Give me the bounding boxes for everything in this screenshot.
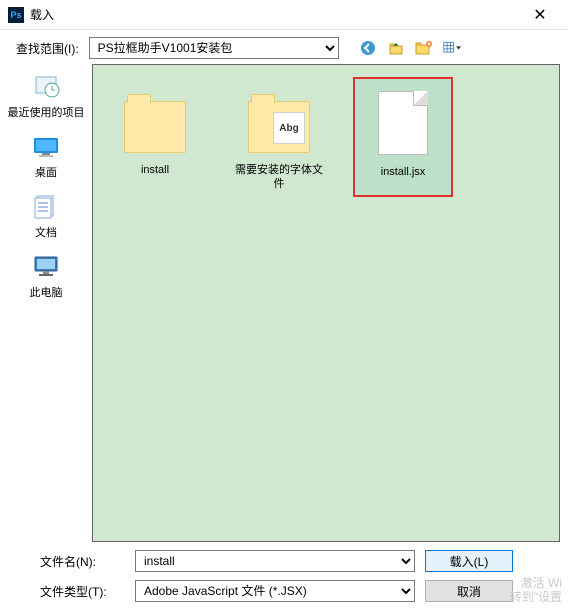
thispc-icon bbox=[30, 254, 62, 280]
place-label: 最近使用的项目 bbox=[8, 104, 85, 120]
place-recent[interactable]: 最近使用的项目 bbox=[0, 72, 92, 122]
file-list-area[interactable]: install 需要安装的字体文件 install.jsx bbox=[92, 64, 560, 542]
filename-label: 文件名(N): bbox=[40, 553, 125, 570]
load-button[interactable]: 载入(L) bbox=[425, 550, 513, 572]
documents-icon bbox=[30, 194, 62, 220]
main-area: 最近使用的项目 桌面 文档 此电脑 install 需要安装 bbox=[0, 64, 568, 542]
file-name: install.jsx bbox=[381, 165, 426, 179]
app-icon: Ps bbox=[8, 7, 24, 23]
titlebar: Ps 载入 ✕ bbox=[0, 0, 568, 30]
close-button[interactable]: ✕ bbox=[520, 1, 560, 29]
file-item-selected[interactable]: install.jsx bbox=[353, 77, 453, 197]
folder-icon bbox=[124, 101, 186, 153]
up-one-level-button[interactable] bbox=[387, 39, 405, 57]
place-label: 此电脑 bbox=[30, 284, 63, 300]
folder-icon bbox=[248, 101, 310, 153]
look-in-select[interactable]: PS拉框助手V1001安装包 bbox=[89, 37, 339, 59]
place-desktop[interactable]: 桌面 bbox=[0, 132, 92, 182]
filetype-label: 文件类型(T): bbox=[40, 583, 125, 600]
bottom-panel: 文件名(N): install 载入(L) 文件类型(T): Adobe Jav… bbox=[0, 542, 568, 610]
look-in-label: 查找范围(I): bbox=[16, 40, 79, 57]
new-folder-button[interactable] bbox=[415, 39, 433, 57]
places-sidebar: 最近使用的项目 桌面 文档 此电脑 bbox=[0, 64, 92, 542]
place-documents[interactable]: 文档 bbox=[0, 192, 92, 242]
filename-input[interactable]: install bbox=[135, 550, 415, 572]
place-label: 文档 bbox=[35, 224, 57, 240]
file-name: 需要安装的字体文件 bbox=[231, 163, 327, 191]
recent-icon bbox=[30, 74, 62, 100]
place-thispc[interactable]: 此电脑 bbox=[0, 252, 92, 302]
file-item-folder[interactable]: install bbox=[105, 77, 205, 197]
place-label: 桌面 bbox=[35, 164, 57, 180]
back-button[interactable] bbox=[359, 39, 377, 57]
file-name: install bbox=[141, 163, 169, 177]
filetype-select[interactable]: Adobe JavaScript 文件 (*.JSX) bbox=[135, 580, 415, 602]
file-icon bbox=[378, 91, 428, 155]
view-menu-button[interactable] bbox=[443, 39, 461, 57]
desktop-icon bbox=[30, 134, 62, 160]
cancel-button[interactable]: 取消 bbox=[425, 580, 513, 602]
window-title: 载入 bbox=[30, 6, 520, 23]
look-in-toolbar: 查找范围(I): PS拉框助手V1001安装包 bbox=[0, 30, 568, 64]
file-item-folder[interactable]: 需要安装的字体文件 bbox=[229, 77, 329, 197]
